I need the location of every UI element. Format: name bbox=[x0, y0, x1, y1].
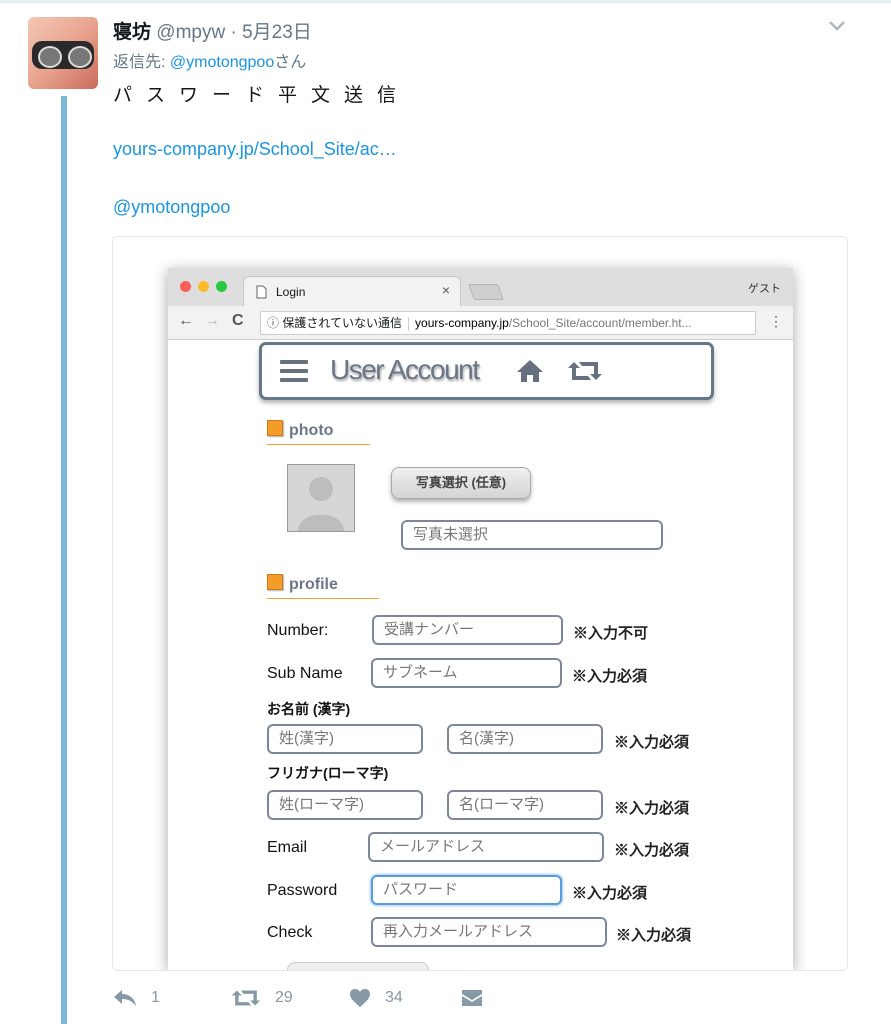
tab-close-icon[interactable]: × bbox=[442, 282, 450, 298]
security-label: 保護されていない通信 bbox=[282, 316, 403, 330]
photo-select-button[interactable]: 写真選択 (任意) bbox=[391, 467, 531, 499]
browser-tabstrip: Login × ゲスト bbox=[168, 268, 793, 307]
subname-field[interactable]: サブネーム bbox=[371, 658, 562, 688]
tweet-link[interactable]: yours-company.jp/School_Site/ac… bbox=[113, 139, 397, 160]
number-label: Number: bbox=[267, 622, 329, 639]
retweet-icon[interactable] bbox=[568, 359, 602, 383]
reply-to-link[interactable]: @ymotongpoo bbox=[170, 54, 274, 71]
subname-label: Sub Name bbox=[267, 665, 343, 682]
tab-title: Login bbox=[276, 285, 306, 299]
photo-section-heading: photo bbox=[267, 418, 370, 445]
url-path: /School_Site/account/member.ht... bbox=[508, 316, 692, 330]
section-bullet-icon bbox=[267, 574, 283, 590]
retweet-icon bbox=[231, 990, 261, 1006]
top-divider bbox=[0, 0, 891, 3]
thread-line bbox=[61, 96, 67, 1024]
reload-icon[interactable]: C bbox=[232, 312, 244, 330]
profile-section-label: profile bbox=[289, 576, 338, 593]
first-name-roman-field[interactable]: 名(ローマ字) bbox=[447, 790, 603, 820]
subname-note: ※入力必須 bbox=[572, 668, 648, 685]
like-button[interactable]: 34 bbox=[349, 988, 403, 1008]
info-icon[interactable]: ⓘ bbox=[267, 316, 279, 330]
reply-button[interactable]: 1 bbox=[113, 988, 160, 1008]
reply-prefix: 返信先: bbox=[113, 54, 170, 71]
check-note: ※入力必須 bbox=[616, 927, 692, 944]
check-field[interactable]: 再入力メールアドレス bbox=[371, 917, 607, 947]
omnibox-separator bbox=[408, 316, 410, 331]
tweet-text: パスワード平文送信 bbox=[113, 85, 411, 106]
retweet-button[interactable]: 29 bbox=[231, 988, 293, 1008]
reply-context: 返信先: @ymotongpooさん bbox=[113, 48, 306, 72]
menu-icon[interactable]: ⋮ bbox=[769, 313, 783, 330]
reply-suffix: さん bbox=[274, 54, 307, 71]
password-field[interactable]: パスワード bbox=[371, 875, 562, 905]
url-domain: yours-company.jp bbox=[415, 316, 509, 330]
page-icon bbox=[256, 285, 267, 299]
avatar[interactable] bbox=[28, 17, 98, 89]
number-field[interactable]: 受講ナンバー bbox=[372, 615, 563, 645]
photo-section-label: photo bbox=[289, 422, 334, 439]
photo-placeholder bbox=[287, 464, 355, 532]
address-toolbar: ← → C ⓘ 保護されていない通信 yours-company.jp/Schoo… bbox=[168, 306, 793, 340]
app-header: User Account bbox=[259, 342, 714, 400]
avatar-lens-left bbox=[38, 46, 62, 68]
password-label: Password bbox=[267, 882, 338, 899]
reply-icon bbox=[114, 990, 136, 1006]
profile-section-heading: profile bbox=[267, 572, 379, 599]
profile-label[interactable]: ゲスト bbox=[748, 280, 781, 296]
web-page: User Account photo 写真選択 (任意) 写真未選択 profi… bbox=[168, 340, 793, 970]
retweet-count: 29 bbox=[275, 989, 293, 1006]
reply-count: 1 bbox=[151, 989, 160, 1006]
kanji-name-label: お名前 (漢字) bbox=[267, 701, 351, 717]
tweet-date[interactable]: · 5月23日 bbox=[225, 22, 311, 43]
section-bullet-icon bbox=[267, 420, 283, 436]
media-card[interactable]: Login × ゲスト ← → C ⓘ 保護されていない通信 yours-comp… bbox=[112, 236, 848, 971]
last-name-roman-field[interactable]: 姓(ローマ字) bbox=[267, 790, 423, 820]
check-label: Check bbox=[267, 924, 313, 941]
avatar-lens-right bbox=[68, 46, 92, 68]
user-silhouette-icon bbox=[298, 477, 344, 531]
forward-icon[interactable]: → bbox=[204, 312, 220, 330]
like-icon bbox=[350, 989, 370, 1007]
roman-name-label: フリガナ(ローマ字) bbox=[267, 765, 389, 781]
submit-button[interactable] bbox=[287, 962, 429, 970]
browser-tab[interactable]: Login × bbox=[243, 276, 461, 307]
number-note: ※入力不可 bbox=[573, 625, 649, 642]
last-name-kanji-field[interactable]: 姓(漢字) bbox=[267, 724, 423, 754]
minimize-window-button[interactable] bbox=[198, 281, 209, 292]
first-name-kanji-field[interactable]: 名(漢字) bbox=[447, 724, 603, 754]
page-title: User Account bbox=[330, 354, 480, 385]
email-label: Email bbox=[267, 839, 308, 856]
dm-icon bbox=[462, 990, 482, 1006]
hamburger-icon[interactable] bbox=[280, 360, 308, 382]
like-count: 34 bbox=[385, 989, 403, 1006]
tweet-mention[interactable]: @ymotongpoo bbox=[113, 197, 230, 218]
chevron-down-icon[interactable] bbox=[828, 12, 846, 38]
photo-status-field[interactable]: 写真未選択 bbox=[401, 520, 663, 550]
email-field[interactable]: メールアドレス bbox=[368, 832, 604, 862]
display-name[interactable]: 寝坊 bbox=[113, 22, 151, 43]
email-note: ※入力必須 bbox=[614, 842, 690, 859]
password-note: ※入力必須 bbox=[572, 885, 648, 902]
browser-window: Login × ゲスト ← → C ⓘ 保護されていない通信 yours-comp… bbox=[168, 268, 793, 970]
close-window-button[interactable] bbox=[180, 281, 191, 292]
direct-message-button[interactable] bbox=[461, 988, 483, 1008]
maximize-window-button[interactable] bbox=[216, 281, 227, 292]
tweet-author[interactable]: 寝坊 @mpyw · 5月23日 bbox=[113, 17, 312, 44]
url-bar[interactable]: ⓘ 保護されていない通信 yours-company.jp/School_Site… bbox=[260, 311, 756, 335]
kanji-note: ※入力必須 bbox=[614, 734, 690, 751]
roman-note: ※入力必須 bbox=[614, 800, 690, 817]
new-tab-button[interactable] bbox=[468, 284, 504, 300]
home-icon[interactable] bbox=[516, 359, 544, 383]
handle[interactable]: @mpyw bbox=[156, 22, 225, 43]
back-icon[interactable]: ← bbox=[178, 312, 194, 330]
